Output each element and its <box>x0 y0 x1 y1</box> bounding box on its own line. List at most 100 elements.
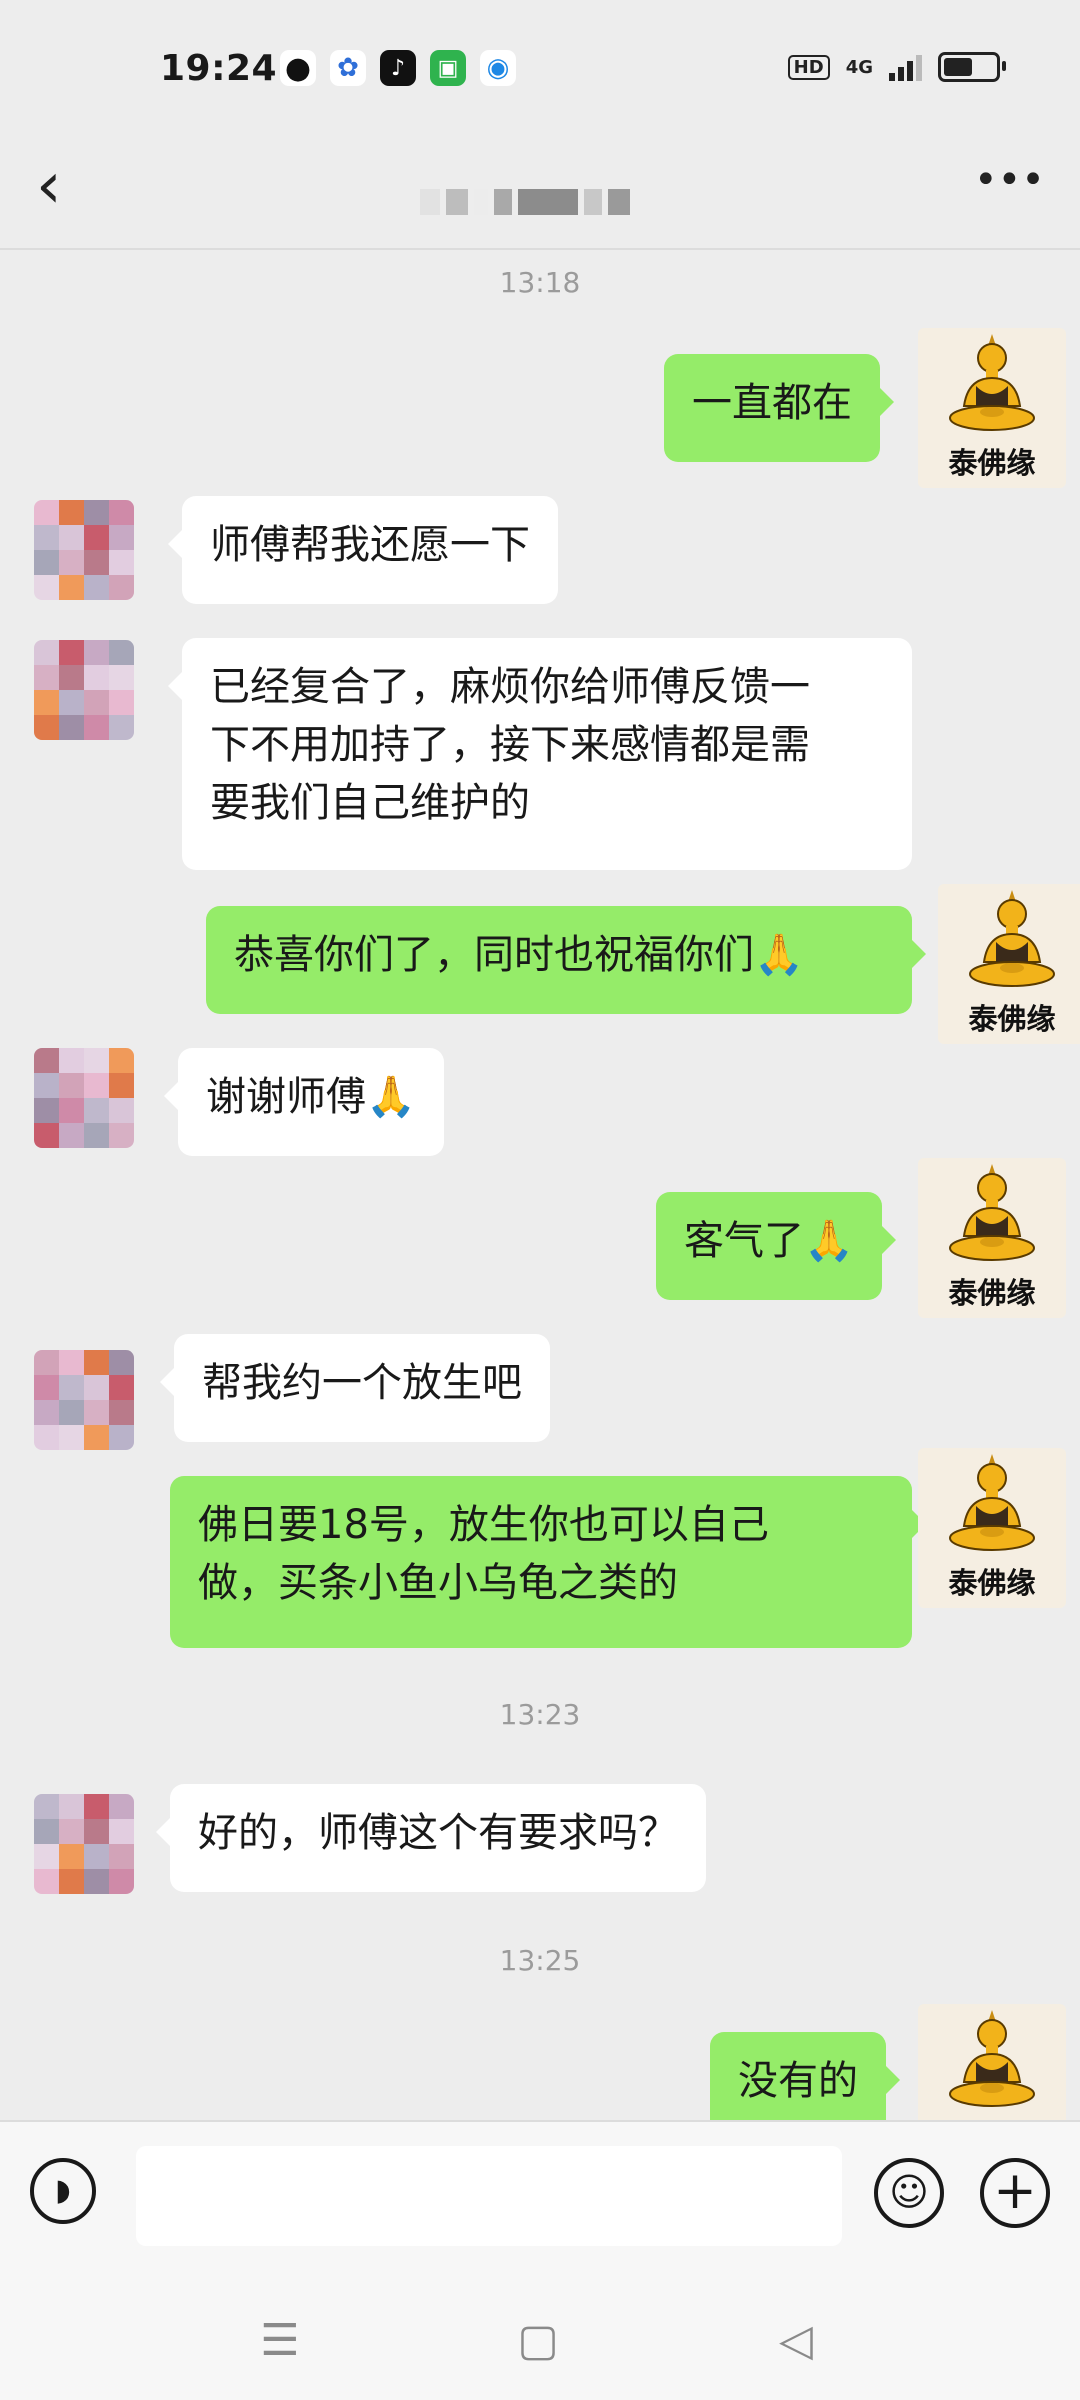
avatar-pixel <box>109 1375 134 1400</box>
hd-badge: HD <box>787 54 830 80</box>
avatar-pixel <box>109 1794 134 1819</box>
my-avatar[interactable]: 泰佛缘 <box>938 884 1080 1044</box>
avatar-pixel <box>109 1073 134 1098</box>
message-text: 没有的 <box>738 2058 858 2104</box>
message-bubble-received[interactable]: 已经复合了，麻烦你给师傅反馈一 下不用加持了，接下来感情都是需 要我们自己维护的 <box>168 638 912 870</box>
voice-icon[interactable]: ◗ <box>30 2158 96 2224</box>
avatar-pixel <box>59 575 84 600</box>
my-avatar[interactable]: 泰佛缘 <box>918 328 1066 488</box>
avatar-pixel <box>59 1375 84 1400</box>
contact-avatar[interactable] <box>34 1350 134 1450</box>
avatar-pixel <box>34 1425 59 1450</box>
message-bubble-received[interactable]: 好的，师傅这个有要求吗？ <box>156 1784 706 1892</box>
plus-icon[interactable]: + <box>980 2158 1050 2228</box>
avatar-pixel <box>109 640 134 665</box>
notification-icons: ● ✿ ♪ ▣ ◉ <box>280 50 516 86</box>
message-input[interactable] <box>136 2146 842 2246</box>
contact-avatar[interactable] <box>34 500 134 600</box>
emoji-icon[interactable]: ☺ <box>874 2158 944 2228</box>
contact-avatar[interactable] <box>34 1048 134 1148</box>
message-bubble-sent[interactable]: 恭喜你们了，同时也祝福你们🙏 <box>206 906 926 1014</box>
avatar-pixel <box>84 1400 109 1425</box>
avatar-pixel <box>84 1098 109 1123</box>
message-text: 客气了🙏 <box>684 1218 854 1264</box>
contact-avatar[interactable] <box>34 1794 134 1894</box>
system-navigation: ☰ ▢ ◁ <box>0 2280 1080 2400</box>
message-text: 帮我约一个放生吧 <box>202 1360 522 1406</box>
avatar-pixel <box>84 1819 109 1844</box>
avatar-pixel <box>59 1869 84 1894</box>
message-bubble-received[interactable]: 谢谢师傅🙏 <box>164 1048 444 1156</box>
menu-icon[interactable]: ☰ <box>250 2316 310 2366</box>
tiktok-icon: ♪ <box>380 50 416 86</box>
my-avatar[interactable]: 泰佛缘 <box>918 1448 1066 1608</box>
avatar-pixel <box>59 715 84 740</box>
timestamp: 13:25 <box>499 1944 581 1977</box>
avatar-pixel <box>59 1844 84 1869</box>
buddha-icon <box>949 2010 1035 2107</box>
avatar-brand-text: 泰佛缘 <box>968 1002 1056 1036</box>
avatar-pixel <box>84 1123 109 1148</box>
avatar-pixel <box>34 1123 59 1148</box>
avatar-pixel <box>59 1425 84 1450</box>
avatar-pixel <box>34 1869 59 1894</box>
avatar-pixel <box>84 1350 109 1375</box>
avatar-pixel <box>84 525 109 550</box>
avatar-pixel <box>109 1819 134 1844</box>
avatar-pixel <box>84 1794 109 1819</box>
message-text: 恭喜你们了，同时也祝福你们🙏 <box>234 932 804 978</box>
avatar-pixel <box>59 1048 84 1073</box>
avatar-pixel <box>59 640 84 665</box>
home-icon[interactable]: ▢ <box>508 2316 568 2366</box>
message-bubble-sent[interactable]: 佛日要18号，放生你也可以自己 做，买条小鱼小乌龟之类的 <box>170 1476 926 1648</box>
avatar-pixel <box>84 575 109 600</box>
avatar-pixel <box>109 1350 134 1375</box>
avatar-pixel <box>109 525 134 550</box>
avatar-pixel <box>34 525 59 550</box>
message-bubble-received[interactable]: 师傅帮我还愿一下 <box>168 496 558 604</box>
message-line: 做，买条小鱼小乌龟之类的 <box>198 1560 678 1606</box>
avatar-pixel <box>84 1425 109 1450</box>
avatar-pixel <box>84 640 109 665</box>
avatar-pixel <box>109 1123 134 1148</box>
avatar-pixel <box>34 1048 59 1073</box>
avatar-pixel <box>34 1844 59 1869</box>
my-avatar[interactable]: 泰佛缘 <box>918 1158 1066 1318</box>
buddha-icon <box>949 334 1035 431</box>
avatar-pixel <box>34 715 59 740</box>
avatar-pixel <box>59 665 84 690</box>
avatar-pixel <box>84 665 109 690</box>
avatar-pixel <box>109 575 134 600</box>
message-bubble-sent[interactable]: 客气了🙏 <box>656 1192 896 1300</box>
avatar-pixel <box>59 1400 84 1425</box>
avatar-pixel <box>59 525 84 550</box>
message-line: 下不用加持了，接下来感情都是需 <box>210 722 810 768</box>
avatar-pixel <box>84 1844 109 1869</box>
avatar-pixel <box>34 550 59 575</box>
back-triangle-icon[interactable]: ◁ <box>766 2316 826 2366</box>
avatar-pixel <box>109 1844 134 1869</box>
message-bubble-sent[interactable]: 一直都在 <box>664 354 894 462</box>
avatar-pixel <box>84 1375 109 1400</box>
avatar-pixel <box>84 715 109 740</box>
avatar-pixel <box>34 1350 59 1375</box>
chevron-left-icon[interactable]: ‹ <box>36 154 96 220</box>
avatar-pixel <box>59 500 84 525</box>
message-line: 已经复合了，麻烦你给师傅反馈一 <box>210 664 810 710</box>
avatar-pixel <box>34 690 59 715</box>
more-dots-icon[interactable]: ••• <box>974 160 1045 220</box>
system-status: HD 4G <box>787 52 1006 82</box>
avatar-pixel <box>34 1819 59 1844</box>
message-line: 佛日要18号，放生你也可以自己 <box>198 1502 769 1548</box>
avatar-pixel <box>84 1048 109 1073</box>
buddha-icon <box>969 890 1055 987</box>
avatar-brand-text: 泰佛缘 <box>948 1566 1036 1600</box>
avatar-pixel <box>34 1073 59 1098</box>
avatar-brand-text: 泰佛缘 <box>948 1276 1036 1310</box>
avatar-pixel <box>34 575 59 600</box>
signal-icon <box>889 53 922 81</box>
avatar-pixel <box>34 1098 59 1123</box>
message-bubble-received[interactable]: 帮我约一个放生吧 <box>160 1334 550 1442</box>
shopping-bag-icon: ▣ <box>430 50 466 86</box>
contact-avatar[interactable] <box>34 640 134 740</box>
